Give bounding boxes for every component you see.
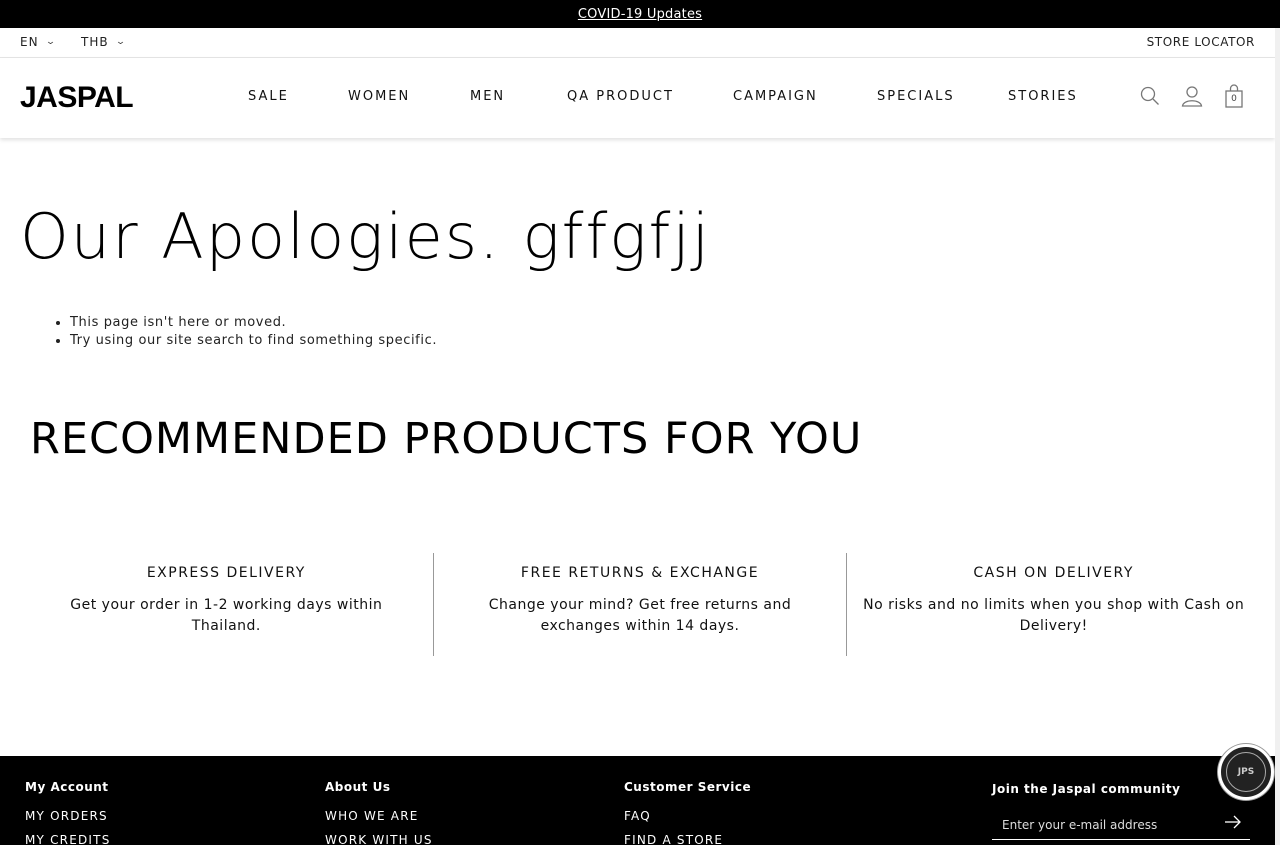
- nav-item-campaign[interactable]: CAMPAIGN: [733, 89, 818, 104]
- recommended-products-heading: RECOMMENDED PRODUCTS FOR YOU: [30, 414, 863, 464]
- nav-item-men[interactable]: MEN: [470, 89, 505, 104]
- feature-title: FREE RETURNS & EXCHANGE: [520, 565, 760, 581]
- feature-title: CASH ON DELIVERY: [973, 565, 1134, 581]
- store-locator-link[interactable]: STORE LOCATOR: [1147, 35, 1255, 49]
- currency-selector[interactable]: THB ⌄: [81, 35, 127, 49]
- header-icons: 0: [1139, 84, 1245, 108]
- feature-text: Get your order in 1-2 working days withi…: [70, 597, 383, 634]
- nav-item-specials[interactable]: SPECIALS: [877, 89, 955, 104]
- email-field-wrapper: [992, 814, 1250, 840]
- logo[interactable]: JASPAL: [20, 81, 134, 115]
- search-icon[interactable]: [1139, 84, 1161, 108]
- footer-column-my-account: My Account MY ORDERS MY CREDITS: [25, 780, 111, 845]
- footer-link-work-with-us[interactable]: WORK WITH US: [325, 828, 433, 845]
- nav-item-qa-product[interactable]: QA PRODUCT: [567, 89, 674, 104]
- error-message-list: This page isn't here or moved. Try using…: [70, 314, 437, 350]
- service-features: EXPRESS DELIVERY Get your order in 1-2 w…: [20, 553, 1260, 656]
- footer-heading: Customer Service: [624, 780, 752, 794]
- list-item: This page isn't here or moved.: [70, 314, 437, 332]
- email-field[interactable]: [992, 818, 1212, 832]
- list-item: Try using our site search to find someth…: [70, 332, 437, 350]
- footer-link-my-orders[interactable]: MY ORDERS: [25, 804, 111, 828]
- newsletter-signup: Join the Jaspal community: [992, 782, 1250, 840]
- arrow-right-icon[interactable]: [1224, 814, 1242, 830]
- footer: My Account MY ORDERS MY CREDITS About Us…: [0, 756, 1275, 845]
- scrollbar[interactable]: [1275, 28, 1280, 845]
- announcement-bar: COVID-19 Updates: [0, 0, 1280, 28]
- footer-heading: My Account: [25, 780, 109, 794]
- utility-bar: EN ⌄ THB ⌄ STORE LOCATOR: [0, 28, 1275, 58]
- cart-count: 0: [1231, 94, 1237, 104]
- account-icon[interactable]: [1181, 84, 1203, 108]
- language-value: EN: [20, 35, 39, 49]
- feature-express-delivery: EXPRESS DELIVERY Get your order in 1-2 w…: [20, 553, 433, 656]
- cart-button[interactable]: 0: [1223, 84, 1245, 108]
- footer-column-customer-service: Customer Service FAQ FIND A STORE: [624, 780, 751, 845]
- chat-label: JPS: [1237, 767, 1255, 777]
- feature-free-returns: FREE RETURNS & EXCHANGE Change your mind…: [432, 553, 847, 656]
- nav-item-women[interactable]: WOMEN: [348, 89, 410, 104]
- feature-title: EXPRESS DELIVERY: [146, 565, 306, 581]
- nav-item-sale[interactable]: SALE: [248, 89, 289, 104]
- language-selector[interactable]: EN ⌄: [20, 35, 55, 49]
- chevron-down-icon: ⌄: [44, 37, 57, 47]
- newsletter-heading: Join the Jaspal community: [992, 782, 1181, 796]
- footer-link-find-a-store[interactable]: FIND A STORE: [624, 828, 751, 845]
- footer-link-who-we-are[interactable]: WHO WE ARE: [325, 804, 433, 828]
- main-header: JASPAL SALE WOMEN MEN QA PRODUCT CAMPAIG…: [0, 58, 1275, 138]
- covid-updates-link[interactable]: COVID-19 Updates: [578, 7, 702, 22]
- footer-link-my-credits[interactable]: MY CREDITS: [25, 828, 111, 845]
- nav-item-stories[interactable]: STORIES: [1008, 89, 1078, 104]
- feature-text: Change your mind? Get free returns and e…: [488, 597, 792, 634]
- currency-value: THB: [81, 35, 109, 49]
- feature-cash-on-delivery: CASH ON DELIVERY No risks and no limits …: [846, 553, 1260, 656]
- page-title: Our Apologies. gffgfjj: [20, 200, 711, 273]
- chevron-down-icon: ⌄: [114, 37, 127, 47]
- chat-button[interactable]: JPS: [1218, 744, 1274, 800]
- footer-heading: About Us: [325, 780, 391, 794]
- chat-bubble-icon: JPS: [1226, 752, 1266, 792]
- footer-link-faq[interactable]: FAQ: [624, 804, 751, 828]
- footer-column-about-us: About Us WHO WE ARE WORK WITH US: [325, 780, 433, 845]
- feature-text: No risks and no limits when you shop wit…: [863, 597, 1245, 634]
